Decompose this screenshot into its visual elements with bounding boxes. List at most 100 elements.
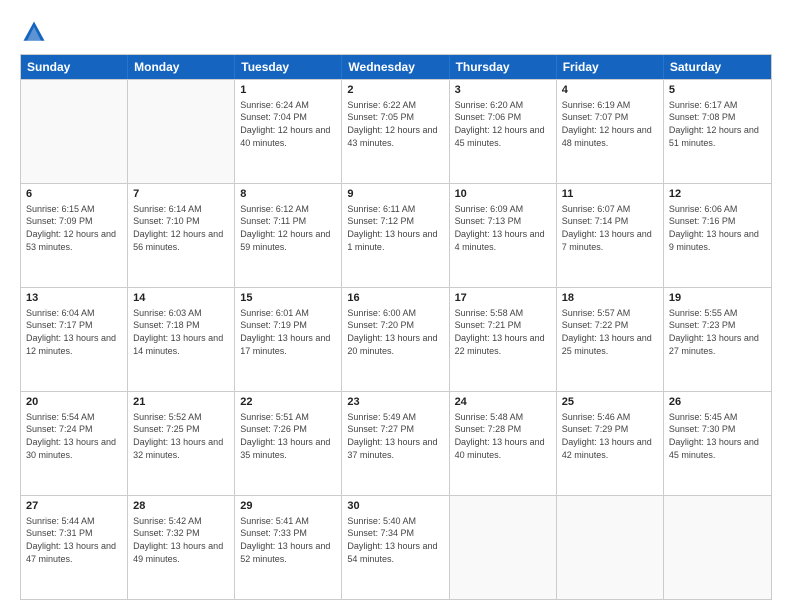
day-info: Sunrise: 5:49 AM Sunset: 7:27 PM Dayligh… xyxy=(347,411,443,461)
day-info: Sunrise: 5:40 AM Sunset: 7:34 PM Dayligh… xyxy=(347,515,443,565)
day-info: Sunrise: 6:01 AM Sunset: 7:19 PM Dayligh… xyxy=(240,307,336,357)
calendar-cell: 20Sunrise: 5:54 AM Sunset: 7:24 PM Dayli… xyxy=(21,392,128,495)
day-info: Sunrise: 5:55 AM Sunset: 7:23 PM Dayligh… xyxy=(669,307,766,357)
day-number: 21 xyxy=(133,395,229,410)
day-info: Sunrise: 5:41 AM Sunset: 7:33 PM Dayligh… xyxy=(240,515,336,565)
calendar-cell: 19Sunrise: 5:55 AM Sunset: 7:23 PM Dayli… xyxy=(664,288,771,391)
day-number: 8 xyxy=(240,187,336,202)
day-info: Sunrise: 5:46 AM Sunset: 7:29 PM Dayligh… xyxy=(562,411,658,461)
day-number: 2 xyxy=(347,83,443,98)
day-info: Sunrise: 6:19 AM Sunset: 7:07 PM Dayligh… xyxy=(562,99,658,149)
calendar-cell: 5Sunrise: 6:17 AM Sunset: 7:08 PM Daylig… xyxy=(664,80,771,183)
logo-icon xyxy=(20,18,48,46)
day-info: Sunrise: 5:57 AM Sunset: 7:22 PM Dayligh… xyxy=(562,307,658,357)
calendar-header-cell: Tuesday xyxy=(235,55,342,79)
day-number: 5 xyxy=(669,83,766,98)
calendar-cell: 11Sunrise: 6:07 AM Sunset: 7:14 PM Dayli… xyxy=(557,184,664,287)
calendar-cell: 18Sunrise: 5:57 AM Sunset: 7:22 PM Dayli… xyxy=(557,288,664,391)
day-info: Sunrise: 6:07 AM Sunset: 7:14 PM Dayligh… xyxy=(562,203,658,253)
day-number: 9 xyxy=(347,187,443,202)
calendar-week: 1Sunrise: 6:24 AM Sunset: 7:04 PM Daylig… xyxy=(21,79,771,183)
day-info: Sunrise: 6:14 AM Sunset: 7:10 PM Dayligh… xyxy=(133,203,229,253)
calendar-cell: 23Sunrise: 5:49 AM Sunset: 7:27 PM Dayli… xyxy=(342,392,449,495)
day-info: Sunrise: 5:48 AM Sunset: 7:28 PM Dayligh… xyxy=(455,411,551,461)
day-info: Sunrise: 5:51 AM Sunset: 7:26 PM Dayligh… xyxy=(240,411,336,461)
day-number: 29 xyxy=(240,499,336,514)
calendar-cell: 10Sunrise: 6:09 AM Sunset: 7:13 PM Dayli… xyxy=(450,184,557,287)
calendar-header-cell: Friday xyxy=(557,55,664,79)
day-number: 25 xyxy=(562,395,658,410)
day-info: Sunrise: 6:15 AM Sunset: 7:09 PM Dayligh… xyxy=(26,203,122,253)
day-number: 14 xyxy=(133,291,229,306)
day-number: 27 xyxy=(26,499,122,514)
calendar-cell: 13Sunrise: 6:04 AM Sunset: 7:17 PM Dayli… xyxy=(21,288,128,391)
day-info: Sunrise: 6:17 AM Sunset: 7:08 PM Dayligh… xyxy=(669,99,766,149)
calendar-cell: 12Sunrise: 6:06 AM Sunset: 7:16 PM Dayli… xyxy=(664,184,771,287)
day-info: Sunrise: 5:54 AM Sunset: 7:24 PM Dayligh… xyxy=(26,411,122,461)
calendar-cell: 28Sunrise: 5:42 AM Sunset: 7:32 PM Dayli… xyxy=(128,496,235,599)
calendar-header-cell: Wednesday xyxy=(342,55,449,79)
calendar-cell: 26Sunrise: 5:45 AM Sunset: 7:30 PM Dayli… xyxy=(664,392,771,495)
calendar-cell: 25Sunrise: 5:46 AM Sunset: 7:29 PM Dayli… xyxy=(557,392,664,495)
day-number: 16 xyxy=(347,291,443,306)
day-number: 22 xyxy=(240,395,336,410)
day-number: 19 xyxy=(669,291,766,306)
day-number: 11 xyxy=(562,187,658,202)
day-number: 24 xyxy=(455,395,551,410)
calendar-cell xyxy=(557,496,664,599)
day-number: 6 xyxy=(26,187,122,202)
calendar-header-row: SundayMondayTuesdayWednesdayThursdayFrid… xyxy=(21,55,771,79)
calendar: SundayMondayTuesdayWednesdayThursdayFrid… xyxy=(20,54,772,600)
day-number: 4 xyxy=(562,83,658,98)
day-info: Sunrise: 5:45 AM Sunset: 7:30 PM Dayligh… xyxy=(669,411,766,461)
calendar-header-cell: Saturday xyxy=(664,55,771,79)
day-number: 17 xyxy=(455,291,551,306)
day-info: Sunrise: 6:20 AM Sunset: 7:06 PM Dayligh… xyxy=(455,99,551,149)
calendar-cell: 24Sunrise: 5:48 AM Sunset: 7:28 PM Dayli… xyxy=(450,392,557,495)
day-info: Sunrise: 5:58 AM Sunset: 7:21 PM Dayligh… xyxy=(455,307,551,357)
page: SundayMondayTuesdayWednesdayThursdayFrid… xyxy=(0,0,792,612)
calendar-cell xyxy=(450,496,557,599)
calendar-week: 20Sunrise: 5:54 AM Sunset: 7:24 PM Dayli… xyxy=(21,391,771,495)
calendar-cell: 27Sunrise: 5:44 AM Sunset: 7:31 PM Dayli… xyxy=(21,496,128,599)
day-number: 15 xyxy=(240,291,336,306)
day-number: 28 xyxy=(133,499,229,514)
calendar-cell: 8Sunrise: 6:12 AM Sunset: 7:11 PM Daylig… xyxy=(235,184,342,287)
calendar-cell: 9Sunrise: 6:11 AM Sunset: 7:12 PM Daylig… xyxy=(342,184,449,287)
day-info: Sunrise: 6:06 AM Sunset: 7:16 PM Dayligh… xyxy=(669,203,766,253)
calendar-header-cell: Monday xyxy=(128,55,235,79)
day-info: Sunrise: 6:00 AM Sunset: 7:20 PM Dayligh… xyxy=(347,307,443,357)
day-number: 20 xyxy=(26,395,122,410)
calendar-cell: 22Sunrise: 5:51 AM Sunset: 7:26 PM Dayli… xyxy=(235,392,342,495)
day-number: 30 xyxy=(347,499,443,514)
day-number: 7 xyxy=(133,187,229,202)
calendar-cell: 21Sunrise: 5:52 AM Sunset: 7:25 PM Dayli… xyxy=(128,392,235,495)
day-number: 13 xyxy=(26,291,122,306)
day-number: 3 xyxy=(455,83,551,98)
calendar-cell: 14Sunrise: 6:03 AM Sunset: 7:18 PM Dayli… xyxy=(128,288,235,391)
day-info: Sunrise: 6:24 AM Sunset: 7:04 PM Dayligh… xyxy=(240,99,336,149)
calendar-cell: 7Sunrise: 6:14 AM Sunset: 7:10 PM Daylig… xyxy=(128,184,235,287)
calendar-cell: 6Sunrise: 6:15 AM Sunset: 7:09 PM Daylig… xyxy=(21,184,128,287)
calendar-cell: 29Sunrise: 5:41 AM Sunset: 7:33 PM Dayli… xyxy=(235,496,342,599)
day-info: Sunrise: 5:42 AM Sunset: 7:32 PM Dayligh… xyxy=(133,515,229,565)
day-info: Sunrise: 5:44 AM Sunset: 7:31 PM Dayligh… xyxy=(26,515,122,565)
calendar-header-cell: Thursday xyxy=(450,55,557,79)
day-number: 23 xyxy=(347,395,443,410)
calendar-cell xyxy=(128,80,235,183)
calendar-body: 1Sunrise: 6:24 AM Sunset: 7:04 PM Daylig… xyxy=(21,79,771,599)
day-number: 10 xyxy=(455,187,551,202)
calendar-cell: 30Sunrise: 5:40 AM Sunset: 7:34 PM Dayli… xyxy=(342,496,449,599)
calendar-week: 6Sunrise: 6:15 AM Sunset: 7:09 PM Daylig… xyxy=(21,183,771,287)
day-info: Sunrise: 6:12 AM Sunset: 7:11 PM Dayligh… xyxy=(240,203,336,253)
calendar-cell: 4Sunrise: 6:19 AM Sunset: 7:07 PM Daylig… xyxy=(557,80,664,183)
calendar-week: 27Sunrise: 5:44 AM Sunset: 7:31 PM Dayli… xyxy=(21,495,771,599)
day-number: 18 xyxy=(562,291,658,306)
day-info: Sunrise: 6:09 AM Sunset: 7:13 PM Dayligh… xyxy=(455,203,551,253)
calendar-cell: 2Sunrise: 6:22 AM Sunset: 7:05 PM Daylig… xyxy=(342,80,449,183)
day-info: Sunrise: 6:22 AM Sunset: 7:05 PM Dayligh… xyxy=(347,99,443,149)
day-info: Sunrise: 5:52 AM Sunset: 7:25 PM Dayligh… xyxy=(133,411,229,461)
calendar-cell: 1Sunrise: 6:24 AM Sunset: 7:04 PM Daylig… xyxy=(235,80,342,183)
day-info: Sunrise: 6:03 AM Sunset: 7:18 PM Dayligh… xyxy=(133,307,229,357)
day-number: 1 xyxy=(240,83,336,98)
